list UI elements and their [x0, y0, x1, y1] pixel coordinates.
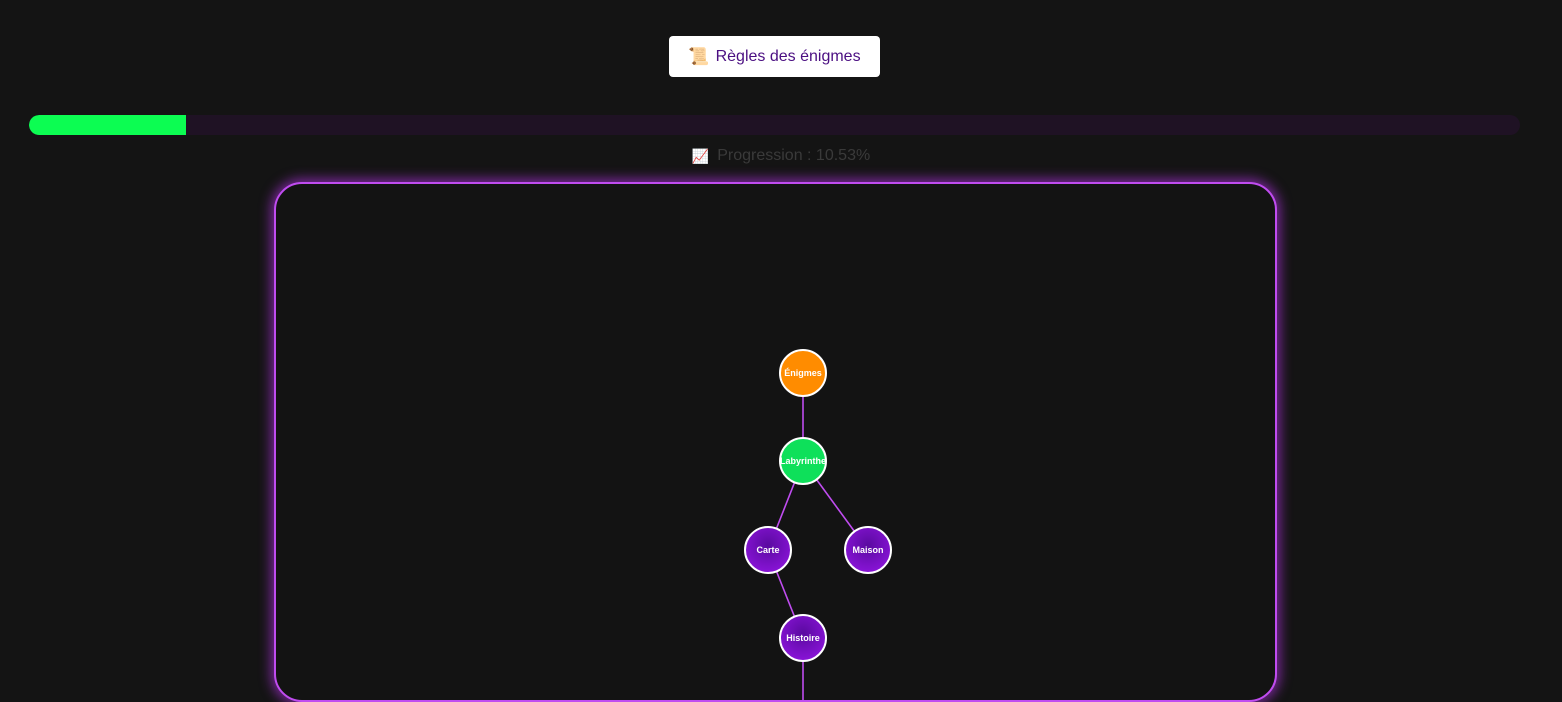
puzzle-tree: Énigmes Labyrinthe Carte Maison Histoire [744, 349, 892, 700]
tree-node-labyrinthe[interactable]: Labyrinthe [779, 437, 827, 485]
tree-node-label: Énigmes [784, 368, 822, 378]
tree-node-label: Histoire [786, 633, 820, 643]
tree-node-label: Labyrinthe [780, 456, 826, 466]
tree-node-label: Carte [756, 545, 779, 555]
tree-node-histoire[interactable]: Histoire [779, 614, 827, 662]
tree-node-enigmes[interactable]: Énigmes [779, 349, 827, 397]
tree-node-maison[interactable]: Maison [844, 526, 892, 574]
tree-node-label: Maison [852, 545, 883, 555]
tree-node-carte[interactable]: Carte [744, 526, 792, 574]
